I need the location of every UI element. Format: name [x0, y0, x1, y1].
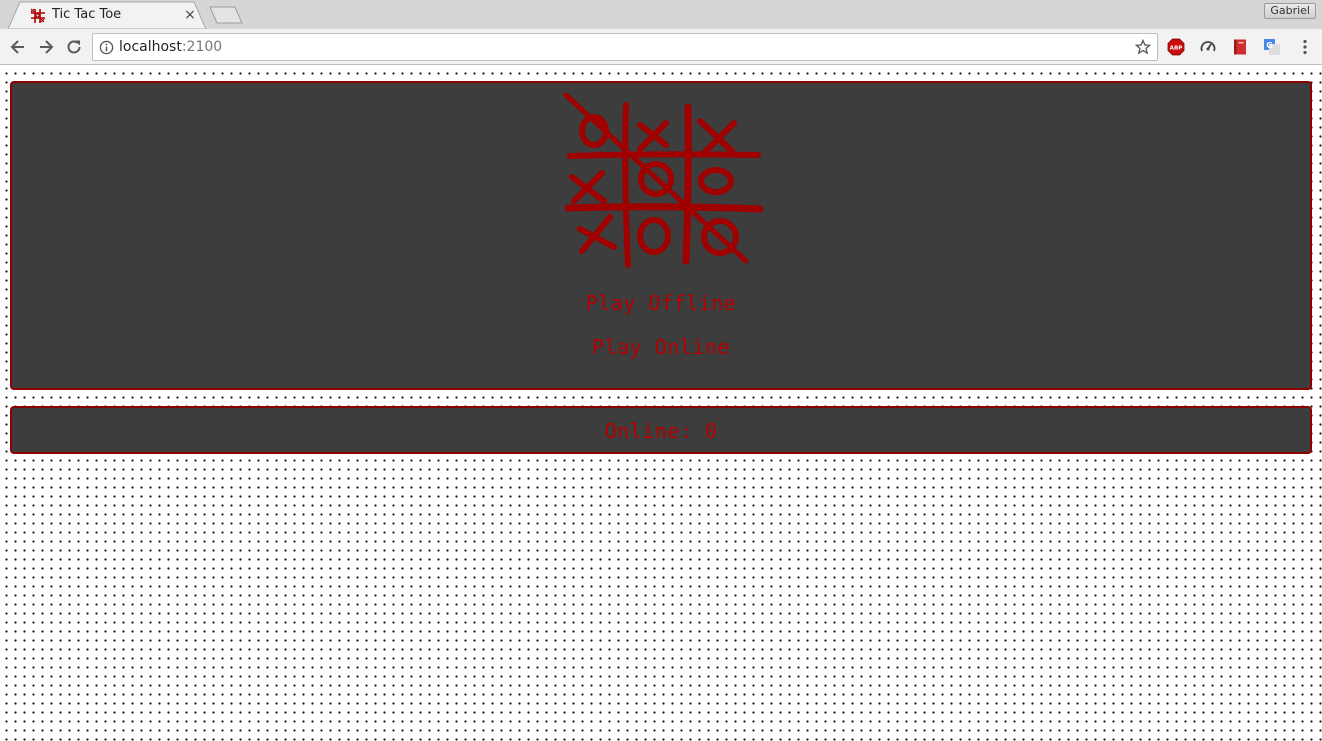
svg-text:G: G — [1266, 41, 1273, 50]
browser-toolbar: localhost:2100 ABP G — [0, 29, 1322, 65]
browser-tab[interactable]: Tic Tac Toe × — [8, 1, 208, 30]
play-online-link[interactable]: Play Online — [12, 335, 1310, 359]
online-count: Online: 0 — [604, 419, 718, 443]
reload-icon — [67, 40, 81, 54]
forward-button[interactable] — [36, 37, 56, 57]
new-tab-button[interactable] — [208, 6, 244, 24]
url-host: localhost — [119, 39, 182, 55]
close-tab-icon[interactable]: × — [182, 7, 198, 23]
main-menu-panel: Play Offline Play Online — [10, 81, 1312, 390]
tab-title: Tic Tac Toe — [52, 7, 122, 22]
red-book-icon[interactable] — [1231, 38, 1249, 56]
page-viewport: Play Offline Play Online Online: 0 — [0, 66, 1322, 741]
url-text[interactable]: localhost:2100 — [119, 39, 222, 55]
menu-kebab-icon[interactable] — [1296, 38, 1314, 56]
adblock-plus-icon[interactable]: ABP — [1167, 38, 1185, 56]
back-button[interactable] — [8, 37, 28, 57]
svg-text:ABP: ABP — [1170, 46, 1183, 52]
back-arrow-icon — [10, 40, 24, 54]
tictactoe-favicon-icon — [30, 8, 45, 23]
tab-strip: Tic Tac Toe × Gabriel — [0, 0, 1322, 30]
reload-button[interactable] — [64, 37, 84, 57]
address-bar[interactable]: localhost:2100 — [92, 33, 1158, 61]
site-info-icon[interactable] — [99, 40, 114, 55]
forward-arrow-icon — [40, 40, 54, 54]
bookmark-star-icon[interactable] — [1135, 39, 1151, 55]
google-translate-icon[interactable]: G — [1263, 38, 1281, 56]
profile-button[interactable]: Gabriel — [1264, 3, 1316, 19]
url-port: :2100 — [181, 39, 223, 55]
tictactoe-logo-icon — [563, 93, 764, 268]
online-status-panel: Online: 0 — [10, 406, 1312, 454]
play-offline-link[interactable]: Play Offline — [12, 291, 1310, 315]
speedometer-icon[interactable] — [1199, 38, 1217, 56]
